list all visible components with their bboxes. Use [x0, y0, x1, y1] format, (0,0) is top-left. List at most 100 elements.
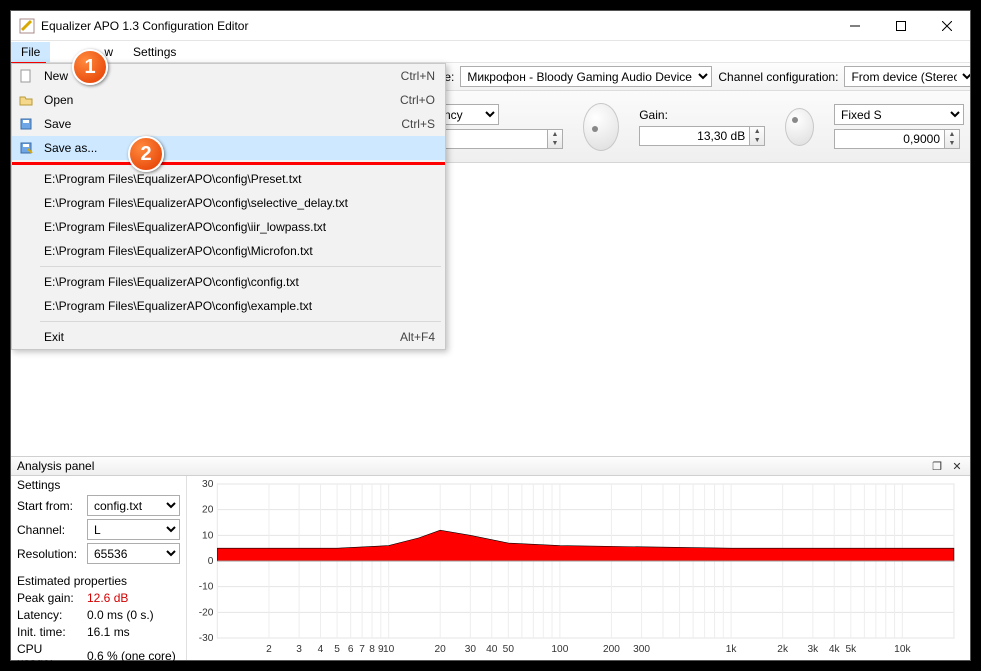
q-mode-select[interactable]: Fixed S [834, 104, 964, 125]
open-icon [16, 92, 36, 108]
svg-text:-10: -10 [199, 582, 214, 593]
svg-text:20: 20 [202, 505, 214, 516]
svg-text:0: 0 [208, 556, 214, 567]
analysis-settings: Settings Start from: config.txt Channel:… [11, 476, 187, 660]
svg-text:3: 3 [296, 644, 302, 655]
q-spin[interactable]: ▲▼ [834, 129, 964, 149]
svg-text:30: 30 [465, 644, 477, 655]
menu-item-save-as[interactable]: Save as... [12, 136, 445, 160]
menu-item-recent[interactable]: E:\Program Files\EqualizerAPO\config\con… [12, 270, 445, 294]
menu-file[interactable]: File [11, 42, 50, 62]
menu-label: Save [44, 117, 393, 131]
menu-item-save[interactable]: Save Ctrl+S [12, 112, 445, 136]
title-bar: Equalizer APO 1.3 Configuration Editor [11, 11, 970, 41]
svg-text:8: 8 [369, 644, 375, 655]
menu-shortcut: Ctrl+N [401, 69, 435, 83]
init-time-label: Init. time: [17, 625, 81, 639]
menu-label: E:\Program Files\EqualizerAPO\config\exa… [44, 299, 435, 313]
cpu-usage-label: CPU usage: [17, 642, 81, 670]
svg-text:30: 30 [202, 480, 214, 490]
analysis-title: Analysis panel [17, 459, 94, 473]
svg-text:5: 5 [334, 644, 340, 655]
device-select[interactable]: Микрофон - Bloody Gaming Audio Device [460, 66, 712, 87]
channel-select[interactable]: L [87, 519, 180, 540]
svg-text:10k: 10k [894, 644, 911, 655]
menu-item-recent[interactable]: E:\Program Files\EqualizerAPO\config\sel… [12, 191, 445, 215]
menu-item-exit[interactable]: Exit Alt+F4 [12, 325, 445, 349]
menu-item-open[interactable]: Open Ctrl+O [12, 88, 445, 112]
svg-text:4k: 4k [829, 644, 841, 655]
menu-separator [40, 321, 441, 322]
peak-gain-label: Peak gain: [17, 591, 81, 605]
app-window: Equalizer APO 1.3 Configuration Editor F… [10, 10, 971, 661]
annotation-badge-2: 2 [128, 136, 164, 172]
menu-shortcut: Alt+F4 [400, 330, 435, 344]
svg-text:2k: 2k [777, 644, 789, 655]
menu-separator [40, 266, 441, 267]
menu-label: Exit [44, 330, 392, 344]
analysis-panel-header: Analysis panel ❐ ✕ [11, 456, 970, 476]
close-panel-icon[interactable]: ✕ [950, 459, 964, 473]
svg-text:100: 100 [551, 644, 568, 655]
cpu-usage-value: 0.6 % (one core) [87, 649, 176, 663]
save-as-icon [16, 140, 36, 156]
file-menu-dropdown: New Ctrl+N Open Ctrl+O Save Ctrl+S Save … [11, 63, 446, 350]
svg-text:-20: -20 [199, 607, 214, 618]
menu-label: Open [44, 93, 392, 107]
new-icon [16, 68, 36, 84]
svg-text:200: 200 [603, 644, 620, 655]
est-props-heading: Estimated properties [17, 574, 180, 588]
maximize-button[interactable] [878, 11, 924, 41]
menu-bar: File w Settings New Ctrl+N Open Ctrl+O [11, 41, 970, 63]
menu-label: E:\Program Files\EqualizerAPO\config\Pre… [44, 172, 435, 186]
resolution-select[interactable]: 65536 [87, 543, 180, 564]
svg-text:3k: 3k [807, 644, 819, 655]
gain-knob[interactable] [583, 103, 619, 151]
gain-label: Gain: [639, 108, 765, 122]
svg-text:300: 300 [633, 644, 650, 655]
annotation-badge-1: 1 [72, 49, 108, 85]
channel-label: Channel: [17, 523, 81, 537]
svg-text:4: 4 [318, 644, 324, 655]
minimize-button[interactable] [832, 11, 878, 41]
undock-icon[interactable]: ❐ [930, 459, 944, 473]
gain-input[interactable] [639, 126, 749, 146]
analysis-panel: Settings Start from: config.txt Channel:… [11, 476, 970, 660]
channel-config-select[interactable]: From device (Stereo) [844, 66, 970, 87]
annotation-underline [12, 162, 445, 165]
menu-label: E:\Program Files\EqualizerAPO\config\con… [44, 275, 435, 289]
svg-text:10: 10 [202, 530, 214, 541]
frequency-input[interactable] [437, 129, 547, 149]
menu-shortcut: Ctrl+S [401, 117, 435, 131]
frequency-spin[interactable]: ▲▼ [437, 129, 563, 149]
init-time-value: 16.1 ms [87, 625, 130, 639]
q-knob[interactable] [785, 108, 814, 146]
menu-shortcut: Ctrl+O [400, 93, 435, 107]
svg-text:10: 10 [383, 644, 395, 655]
menu-label: E:\Program Files\EqualizerAPO\config\iir… [44, 220, 435, 234]
resolution-label: Resolution: [17, 547, 81, 561]
menu-label: E:\Program Files\EqualizerAPO\config\sel… [44, 196, 435, 210]
settings-heading: Settings [17, 478, 180, 492]
svg-text:7: 7 [359, 644, 365, 655]
peak-gain-value: 12.6 dB [87, 591, 128, 605]
menu-item-recent[interactable]: E:\Program Files\EqualizerAPO\config\exa… [12, 294, 445, 318]
analysis-chart: 3020100-10-20-30234567891020304050100200… [187, 476, 970, 660]
menu-label: Save as... [44, 141, 427, 155]
start-from-select[interactable]: config.txt [87, 495, 180, 516]
frequency-mode-select[interactable]: ncy [437, 104, 499, 125]
latency-value: 0.0 ms (0 s.) [87, 608, 154, 622]
q-input[interactable] [834, 129, 944, 149]
menu-settings[interactable]: Settings [123, 42, 186, 62]
svg-text:20: 20 [435, 644, 447, 655]
menu-item-recent[interactable]: E:\Program Files\EqualizerAPO\config\Mic… [12, 239, 445, 263]
svg-text:6: 6 [348, 644, 354, 655]
menu-item-recent[interactable]: E:\Program Files\EqualizerAPO\config\iir… [12, 215, 445, 239]
close-button[interactable] [924, 11, 970, 41]
gain-spin[interactable]: ▲▼ [639, 126, 765, 146]
svg-text:50: 50 [503, 644, 515, 655]
svg-text:2: 2 [266, 644, 272, 655]
start-from-label: Start from: [17, 499, 81, 513]
menu-item-recent[interactable]: E:\Program Files\EqualizerAPO\config\Pre… [12, 167, 445, 191]
menu-label: E:\Program Files\EqualizerAPO\config\Mic… [44, 244, 435, 258]
